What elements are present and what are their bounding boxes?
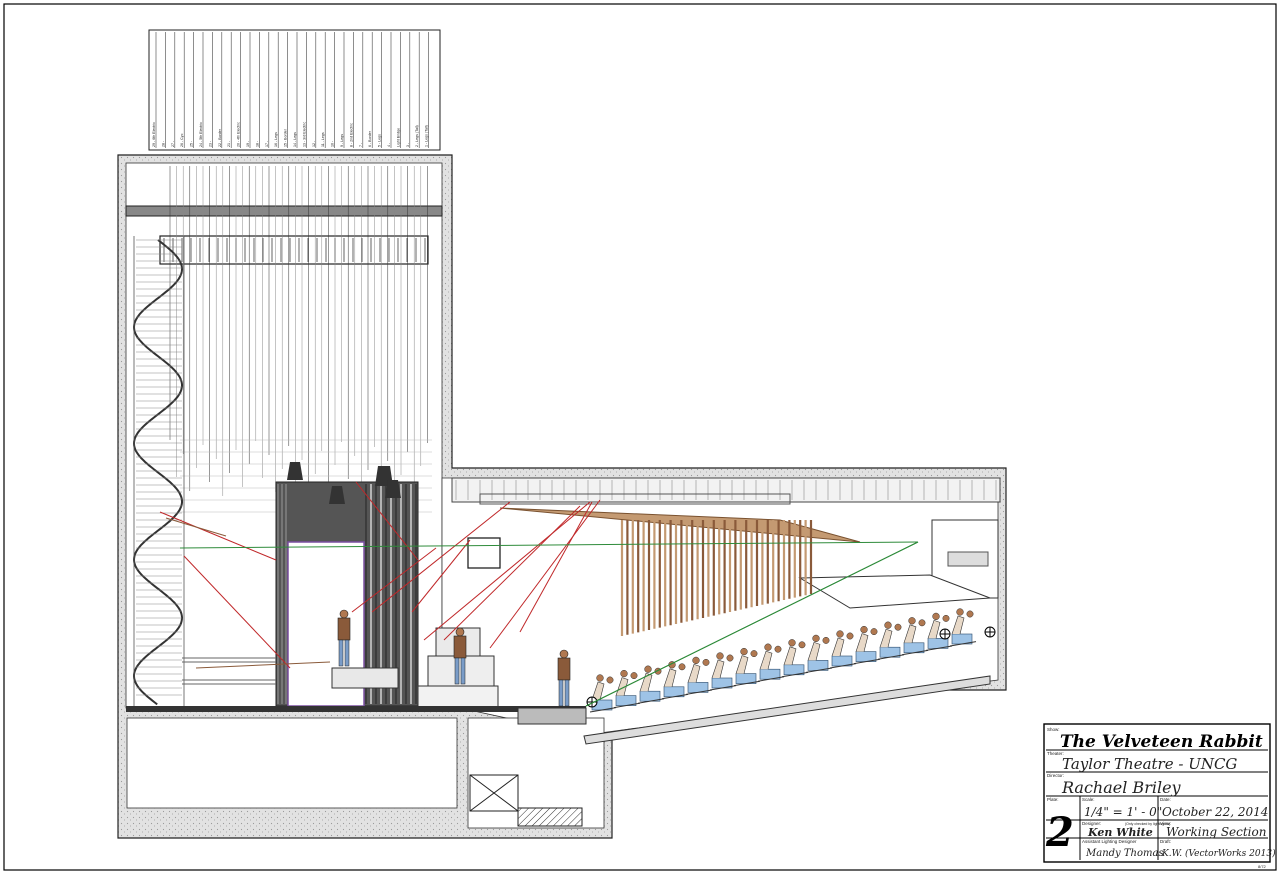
person-icon: [788, 639, 796, 647]
lineset-label: 28 -: [161, 140, 165, 147]
lineset-label: 26 - Cyc: [180, 133, 184, 147]
view-value: Working Section: [1166, 825, 1266, 839]
person-icon: [726, 654, 734, 662]
person-icon: [884, 621, 892, 629]
lineset-label: 1 - Legs (Tall): [425, 125, 429, 147]
assistant-name: Mandy Thomas: [1085, 848, 1164, 859]
lineset-label: 19 -: [246, 140, 250, 147]
person-icon: [596, 674, 604, 682]
plate-number: 2: [1045, 809, 1074, 856]
plate-label: Plate:: [1047, 797, 1059, 802]
lineset-label: 9 - Legs: [340, 134, 344, 147]
person-icon: [870, 628, 878, 636]
person-icon: [860, 625, 868, 634]
person-icon: [918, 619, 926, 627]
person-icon: [908, 617, 916, 625]
scale-label: Scale:: [1082, 797, 1095, 802]
lineset-label: 14 - Legs: [293, 132, 297, 147]
person-icon: [956, 608, 964, 616]
person-icon: [798, 641, 806, 649]
person-icon: [620, 669, 628, 678]
lineset-label: 5 - Legs: [378, 134, 382, 147]
director-name: Rachael Briley: [1061, 778, 1182, 797]
lineset-label: 22 - Border: [218, 128, 222, 147]
show-title: The Velveteen Rabbit: [1060, 732, 1263, 752]
person-icon: [750, 650, 758, 658]
lineset-label: 18 -: [255, 140, 259, 147]
lineset-label: 29 - 6th Electric: [152, 122, 156, 147]
designer-name: Ken White: [1087, 826, 1153, 839]
person-icon: [764, 643, 772, 651]
person-icon: [678, 663, 686, 671]
date-value: October 22, 2014: [1162, 805, 1268, 819]
person-icon: [932, 612, 940, 621]
section-drawing: 29 - 6th Electric 28 - 27 - 26 - Cyc 25 - 24 …: [3, 3, 1277, 871]
person-icon: [644, 665, 652, 673]
person-icon: [942, 614, 950, 622]
assistant-label: Assistant Lighting Designer: [1082, 839, 1137, 844]
person-icon: [740, 647, 748, 656]
lineset-label: 17 -: [265, 140, 269, 147]
lineset-label: 21 -: [227, 140, 231, 147]
lineset-schedule: 29 - 6th Electric 28 - 27 - 26 - Cyc 25 - 24 …: [148, 29, 441, 151]
draft-label: Draft:: [1160, 839, 1171, 844]
person-icon: [702, 658, 710, 666]
lineset-label: 15 - Border: [284, 128, 288, 147]
lineset-label: Light Bridge: [396, 128, 400, 147]
person-icon: [812, 634, 820, 643]
lineset-label: 8 - 2nd Electric: [349, 123, 353, 147]
theater-name: Taylor Theatre - UNCG: [1062, 755, 1237, 773]
lineset-label: 6 - Border: [368, 130, 372, 147]
person-icon: [606, 676, 614, 684]
lineset-label: 27 -: [171, 140, 175, 147]
lineset-label: 10 -: [331, 140, 335, 147]
person-icon: [894, 623, 902, 631]
show-label: Show:: [1047, 727, 1060, 732]
person-icon: [692, 656, 700, 665]
lineset-label: 25 -: [190, 140, 194, 147]
date-label: Date:: [1160, 797, 1171, 802]
lineset-label: 11 - Legs: [321, 132, 325, 147]
scale-value: 1/4" = 1' - 0": [1084, 805, 1162, 819]
lineset-label: 2 - Legs (Tall): [415, 125, 419, 147]
person-icon: [630, 672, 638, 680]
lineset-label: 13 - 3rd Electric: [302, 122, 306, 147]
person-icon: [846, 632, 854, 640]
lineset-label: 24 - 5th Electric: [199, 122, 203, 147]
person-icon: [822, 636, 830, 644]
person-icon: [836, 630, 844, 638]
title-block: Show: The Velveteen Rabbit Theater: Tayl…: [1043, 723, 1276, 869]
lineset-label: 20 - 4th Electric: [237, 122, 241, 147]
person-icon: [966, 610, 974, 618]
person-icon: [716, 652, 724, 660]
person-icon: [774, 645, 782, 653]
page-mark: 8/72: [1258, 864, 1267, 869]
lineset-label: 23 -: [208, 140, 212, 147]
lineset-label: 12 -: [312, 140, 316, 147]
lineset-label: 16 - Legs: [274, 132, 278, 147]
draft-value: K.W. (VectorWorks 2013): [1161, 848, 1276, 859]
